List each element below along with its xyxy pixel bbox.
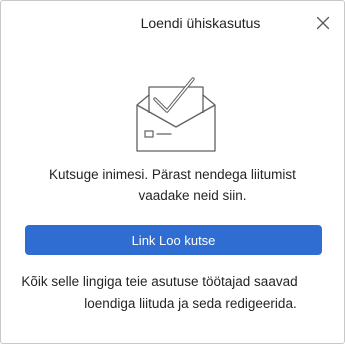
close-button[interactable]	[312, 12, 334, 34]
link-permission-note-line2: loendiga liituda ja seda redigeerida.	[84, 296, 297, 311]
invite-message-line2: vaadake neid siin.	[138, 188, 247, 203]
invite-message-line1: Kutsuge inimesi. Pärast nendega liitumis…	[49, 167, 296, 182]
envelope-checkmark-icon	[136, 77, 216, 152]
create-invite-link-button[interactable]: Link Loo kutse	[25, 225, 322, 255]
close-icon	[316, 16, 330, 30]
link-permission-note-line1: Kõik selle lingiga teie asutuse töötajad…	[21, 274, 298, 289]
dialog-title: Loendi ühiskasutus	[140, 15, 261, 31]
share-list-dialog: Loendi ühiskasutus Kutsuge inimesi. Pära…	[0, 0, 345, 344]
invite-message: Kutsuge inimesi. Pärast nendega liitumis…	[1, 164, 344, 206]
link-permission-note: Kõik selle lingiga teie asutuse töötajad…	[1, 271, 344, 315]
